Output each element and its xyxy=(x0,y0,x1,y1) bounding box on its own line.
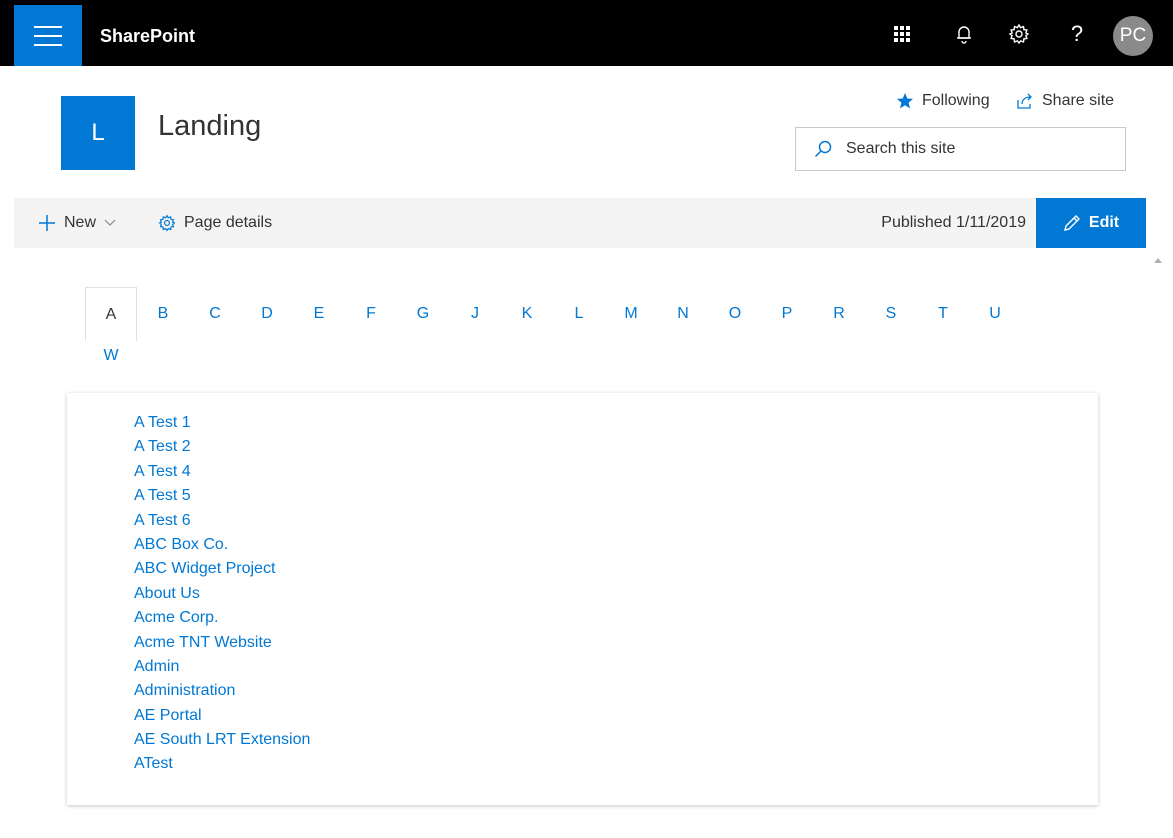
avatar[interactable]: PC xyxy=(1113,16,1153,56)
directory-link[interactable]: ABC Widget Project xyxy=(134,557,310,581)
directory-link[interactable]: A Test 2 xyxy=(134,435,310,459)
help-icon[interactable]: ? xyxy=(1063,20,1091,48)
directory-link[interactable]: A Test 6 xyxy=(134,509,310,533)
directory-link[interactable]: ATest xyxy=(134,752,310,776)
search-input[interactable] xyxy=(846,140,1096,158)
letter-tab-c[interactable]: C xyxy=(189,287,241,341)
published-status: Published 1/11/2019 xyxy=(881,214,1026,231)
directory-link[interactable]: Acme TNT Website xyxy=(134,631,310,655)
share-icon xyxy=(1016,92,1034,110)
letter-tab-j[interactable]: J xyxy=(449,287,501,341)
bell-icon[interactable] xyxy=(950,20,978,48)
letter-tab-t[interactable]: T xyxy=(917,287,969,341)
share-label: Share site xyxy=(1042,92,1115,109)
page-details-button[interactable]: Page details xyxy=(158,198,272,248)
search-icon xyxy=(814,140,832,158)
plus-icon xyxy=(38,214,56,232)
directory-link[interactable]: A Test 1 xyxy=(134,411,310,435)
letter-tab-o[interactable]: O xyxy=(709,287,761,341)
site-title[interactable]: Landing xyxy=(158,110,261,143)
directory-link[interactable]: Administration xyxy=(134,679,310,703)
directory-link[interactable]: A Test 5 xyxy=(134,484,310,508)
suite-bar: SharePoint ? PC xyxy=(0,0,1173,66)
letter-filter-tabs: ABCDEFGJKLMNOPRSTU W xyxy=(85,287,1045,371)
directory-link[interactable]: ABC Box Co. xyxy=(134,533,310,557)
site-logo[interactable]: L xyxy=(61,96,135,170)
directory-link[interactable]: Admin xyxy=(134,655,310,679)
letter-tab-r[interactable]: R xyxy=(813,287,865,341)
new-label: New xyxy=(64,214,97,231)
app-name[interactable]: SharePoint xyxy=(100,0,195,66)
letter-tab-p[interactable]: P xyxy=(761,287,813,341)
gear-icon[interactable] xyxy=(1005,20,1033,48)
chevron-down-icon xyxy=(104,219,116,227)
letter-tab-k[interactable]: K xyxy=(501,287,553,341)
letter-tab-d[interactable]: D xyxy=(241,287,293,341)
hamburger-icon xyxy=(34,25,62,46)
letter-tab-w[interactable]: W xyxy=(85,341,137,371)
letter-tab-g[interactable]: G xyxy=(397,287,449,341)
directory-link[interactable]: AE South LRT Extension xyxy=(134,728,310,752)
new-button[interactable]: New xyxy=(38,198,116,248)
star-icon xyxy=(896,92,914,110)
letter-tab-b[interactable]: B xyxy=(137,287,189,341)
letter-tab-m[interactable]: M xyxy=(605,287,657,341)
scroll-up-arrow-icon[interactable] xyxy=(1154,258,1162,263)
edit-button[interactable]: Edit xyxy=(1036,198,1146,248)
directory-link[interactable]: Acme Corp. xyxy=(134,606,310,630)
letter-tab-e[interactable]: E xyxy=(293,287,345,341)
pencil-icon xyxy=(1063,214,1081,232)
follow-label: Following xyxy=(922,92,990,109)
directory-link[interactable]: AE Portal xyxy=(134,704,310,728)
directory-list: A Test 1A Test 2A Test 4A Test 5A Test 6… xyxy=(134,411,310,777)
page-details-label: Page details xyxy=(184,214,273,231)
site-search-box[interactable] xyxy=(795,127,1126,171)
app-launcher-icon[interactable] xyxy=(888,20,916,48)
follow-button[interactable]: Following xyxy=(896,92,990,110)
page-scrollbar[interactable] xyxy=(1150,250,1166,838)
directory-link[interactable]: About Us xyxy=(134,582,310,606)
letter-tab-f[interactable]: F xyxy=(345,287,397,341)
navigation-menu-button[interactable] xyxy=(14,5,82,66)
letter-tab-n[interactable]: N xyxy=(657,287,709,341)
directory-panel: A Test 1A Test 2A Test 4A Test 5A Test 6… xyxy=(67,393,1098,805)
edit-label: Edit xyxy=(1088,214,1120,231)
command-bar: New Page details Published 1/11/2019 Edi… xyxy=(14,198,1146,248)
letter-tab-u[interactable]: U xyxy=(969,287,1021,341)
letter-tab-a[interactable]: A xyxy=(85,287,137,341)
gear-icon xyxy=(158,214,176,232)
share-site-button[interactable]: Share site xyxy=(1016,92,1114,110)
letter-tab-l[interactable]: L xyxy=(553,287,605,341)
letter-tab-s[interactable]: S xyxy=(865,287,917,341)
directory-link[interactable]: A Test 4 xyxy=(134,460,310,484)
